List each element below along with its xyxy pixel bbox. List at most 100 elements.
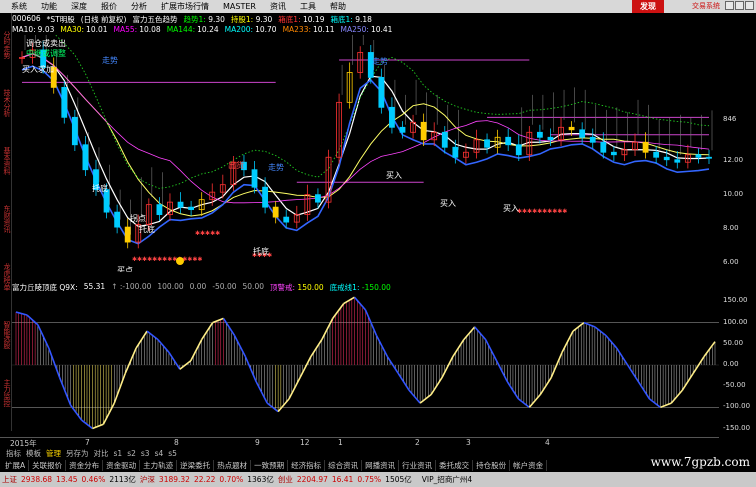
menu-item[interactable]: 功能 [34, 1, 64, 12]
sidebar-tab[interactable]: 龙虎榜单 [0, 249, 12, 305]
function-tab[interactable]: 一致预期 [251, 459, 289, 471]
function-tab[interactable]: 帐户资金 [510, 459, 548, 471]
sidebar-tab[interactable]: 技术分析 [0, 75, 12, 131]
menu-item[interactable]: 分析 [124, 1, 154, 12]
candle-body [452, 146, 459, 158]
menu-item[interactable]: 扩展市场行情 [154, 1, 216, 12]
hold-value: 9.30 [255, 15, 273, 24]
index-pct: 0.46% [81, 475, 106, 484]
close-icon[interactable] [745, 1, 754, 10]
minimize-icon[interactable] [725, 1, 734, 10]
sidebar-tab[interactable]: 主力监控 [0, 365, 12, 421]
brand-button[interactable]: 发现 [632, 0, 664, 13]
candle-body [124, 226, 131, 243]
menu-item[interactable]: 系统 [4, 1, 34, 12]
function-tab[interactable]: 网播资讯 [362, 459, 400, 471]
indicator-axis-label: -100.00 [723, 402, 751, 411]
function-tab[interactable]: 经济指标 [288, 459, 326, 471]
kline-chart[interactable]: ✱✱✱✱✱✱✱✱✱✱✱✱✱✱✱✱✱✱✱✱✱✱✱✱✱✱✱✱✱✱✱✱✱调仓或卖出中继… [12, 35, 719, 272]
left-toolbar: 分时走势技术分析基本资料东财资讯龙虎榜单智能选股主力监控 [0, 13, 12, 431]
candle-body [674, 159, 681, 163]
chart-signal-label: 出货 [228, 160, 244, 170]
support-line [21, 65, 710, 245]
indicator-line [48, 347, 61, 378]
candle-body [82, 144, 89, 171]
sidebar-tab[interactable]: 基本资料 [0, 133, 12, 189]
price-axis-label: 10.00 [723, 190, 744, 198]
candle-body [579, 129, 586, 138]
menu-item[interactable]: 报价 [94, 1, 124, 12]
sidebar-tab[interactable]: 东财资讯 [0, 191, 12, 247]
ma-value: 10.70 [255, 25, 277, 34]
candle-body [610, 151, 617, 156]
indicator-tab[interactable]: 另存为 [66, 448, 89, 459]
price-axis-label: 846 [723, 115, 737, 123]
indicator-value: 55.31 [83, 282, 106, 291]
candle-body [283, 216, 290, 223]
trend-label: 趋势1: [183, 15, 206, 24]
function-tab[interactable]: 行业资讯 [399, 459, 437, 471]
menu-item[interactable]: 深度 [64, 1, 94, 12]
candle-body [536, 131, 543, 138]
indicator-tab[interactable]: 对比 [94, 448, 109, 459]
index-volume: 1505亿 [385, 475, 412, 484]
candle-body [389, 106, 395, 128]
bottom-warning-label: 底戒线1: [329, 283, 360, 292]
status-bar: 上证 2938.68 13.45 0.46% 2113亿 沪深 3189.32 22.22 0.… [0, 472, 756, 487]
ma-value: 9.03 [37, 25, 55, 34]
signal-stars: ✱✱✱✱✱ [195, 230, 220, 237]
candle-body [653, 151, 660, 158]
candle-body [706, 156, 712, 159]
indicator-level-value: 0.00 [189, 282, 207, 291]
indicator-level-label: ↑ : [111, 282, 123, 291]
indicator-tab[interactable]: s5 [168, 449, 177, 458]
function-tab[interactable]: 委托成交 [436, 459, 474, 471]
function-tab[interactable]: 关联报价 [29, 459, 67, 471]
chart-signal-label: 走势 [268, 162, 284, 172]
indicator-tab[interactable]: 模板 [26, 448, 41, 459]
chart-signal-label: 走势 [372, 56, 388, 66]
indicator-line [168, 351, 181, 370]
signal-stars: ✱✱✱✱✱✱✱✱✱✱✱✱✱✱ [132, 256, 202, 263]
function-tab[interactable]: 持仓股份 [473, 459, 511, 471]
indicator-level: 100.00 [157, 282, 183, 293]
indicator-tabs: 指标 模板 管理 另存为 对比 s1 s2 s3 s4 s5 [0, 448, 756, 458]
menu-item[interactable]: 资讯 [263, 1, 293, 12]
indicator-axis-label: 100.00 [723, 317, 748, 326]
sidebar-tab[interactable]: 分时走势 [0, 17, 12, 73]
indicator-tab[interactable]: s1 [114, 449, 123, 458]
stock-period: (日线 前复权) [80, 15, 127, 24]
function-tab[interactable]: 综合资讯 [325, 459, 363, 471]
function-tab[interactable]: 主力轨迹 [140, 459, 178, 471]
function-tab[interactable]: 逆梁委托 [177, 459, 215, 471]
stock-info-line: 000606 *ST明股 (日线 前复权) 富力五色趋势 趋势1: 9.30 持… [12, 14, 372, 24]
price-axis-label: 6.00 [723, 258, 739, 266]
index-change: 16.41 [331, 475, 354, 484]
indicator-level-value: 50.00 [242, 282, 264, 291]
menu-item[interactable]: 工具 [293, 1, 323, 12]
hold-label: 持股1: [230, 15, 254, 24]
indicator-tab[interactable]: s4 [155, 449, 164, 458]
indicator-line [495, 360, 509, 383]
candle-body [103, 189, 110, 213]
indicator-tab[interactable]: 指标 [6, 448, 21, 459]
sidebar-tab[interactable]: 智能选股 [0, 307, 12, 363]
function-tab[interactable]: 热点题材 [214, 459, 252, 471]
maximize-icon[interactable] [735, 1, 744, 10]
indicator-tab[interactable]: 管理 [46, 448, 61, 459]
date-axis: 2015年 7 8 9 12 1 2 3 4 [0, 437, 719, 448]
indicator-tab[interactable]: s2 [127, 449, 136, 458]
candle-body [547, 136, 554, 141]
candle-body [156, 204, 163, 216]
index-volume: 2113亿 [109, 475, 136, 484]
chart-signal-label: 托底 [253, 246, 269, 256]
account-info: VIP_招商广州4 [421, 475, 473, 484]
function-tab[interactable]: 扩展A [2, 459, 30, 471]
function-tab[interactable]: 资金驱动 [103, 459, 141, 471]
bottom-warning-value: -150.00 [361, 283, 391, 292]
function-tab[interactable]: 资金分布 [66, 459, 104, 471]
indicator-chart[interactable] [12, 293, 719, 437]
menu-item[interactable]: MASTER [216, 2, 263, 11]
indicator-tab[interactable]: s3 [141, 449, 150, 458]
menu-item[interactable]: 帮助 [323, 1, 353, 12]
